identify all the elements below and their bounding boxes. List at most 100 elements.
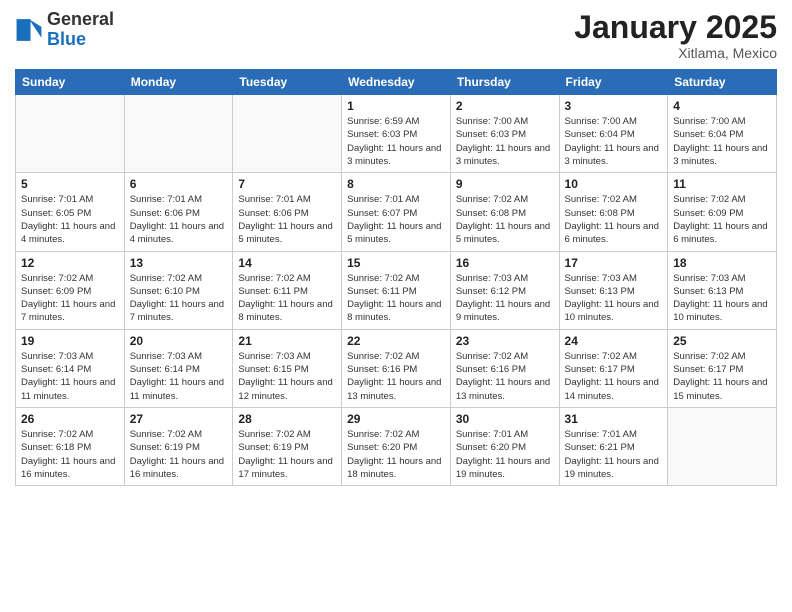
- logo-text: General Blue: [47, 10, 114, 50]
- day-info-24: Sunrise: 7:02 AMSunset: 6:17 PMDaylight:…: [565, 350, 663, 403]
- day-number-15: 15: [347, 256, 445, 270]
- day-info-13: Sunrise: 7:02 AMSunset: 6:10 PMDaylight:…: [130, 272, 228, 325]
- calendar-table: Sunday Monday Tuesday Wednesday Thursday…: [15, 69, 777, 486]
- logo-general-text: General: [47, 10, 114, 30]
- day-info-12: Sunrise: 7:02 AMSunset: 6:09 PMDaylight:…: [21, 272, 119, 325]
- day-cell-3-0: 19Sunrise: 7:03 AMSunset: 6:14 PMDayligh…: [16, 329, 125, 407]
- day-cell-2-1: 13 Sunrise: 7:02 AMSunset: 6:10 PMDayligh…: [124, 251, 233, 329]
- day-number-21: 21: [238, 334, 336, 348]
- day-cell-4-4: 30 Sunrise: 7:01 AMSunset: 6:20 PMDayligh…: [450, 407, 559, 485]
- day-number-31: 31: [565, 412, 663, 426]
- day-info-2: Sunrise: 7:00 AMSunset: 6:03 PMDaylight:…: [456, 115, 554, 168]
- day-info-15: Sunrise: 7:02 AMSunset: 6:11 PMDaylight:…: [347, 272, 445, 325]
- day-info-7: Sunrise: 7:01 AMSunset: 6:06 PMDaylight:…: [238, 193, 336, 246]
- day-number-8: 8: [347, 177, 445, 191]
- day-info-1: Sunrise: 6:59 AMSunset: 6:03 PMDaylight:…: [347, 115, 445, 168]
- day-cell-2-2: 14Sunrise: 7:02 AMSunset: 6:11 PMDayligh…: [233, 251, 342, 329]
- day-cell-1-1: 6 Sunrise: 7:01 AMSunset: 6:06 PMDaylight…: [124, 173, 233, 251]
- day-cell-4-6: [668, 407, 777, 485]
- day-number-26: 26: [21, 412, 119, 426]
- day-cell-1-2: 7 Sunrise: 7:01 AMSunset: 6:06 PMDaylight…: [233, 173, 342, 251]
- day-number-1: 1: [347, 99, 445, 113]
- col-monday: Monday: [124, 70, 233, 95]
- day-cell-0-1: [124, 95, 233, 173]
- day-info-17: Sunrise: 7:03 AMSunset: 6:13 PMDaylight:…: [565, 272, 663, 325]
- title-block: January 2025 Xitlama, Mexico: [574, 10, 777, 61]
- day-info-9: Sunrise: 7:02 AMSunset: 6:08 PMDaylight:…: [456, 193, 554, 246]
- calendar-title: January 2025: [574, 10, 777, 45]
- col-friday: Friday: [559, 70, 668, 95]
- day-info-21: Sunrise: 7:03 AMSunset: 6:15 PMDaylight:…: [238, 350, 336, 403]
- day-info-29: Sunrise: 7:02 AMSunset: 6:20 PMDaylight:…: [347, 428, 445, 481]
- day-info-6: Sunrise: 7:01 AMSunset: 6:06 PMDaylight:…: [130, 193, 228, 246]
- day-info-19: Sunrise: 7:03 AMSunset: 6:14 PMDaylight:…: [21, 350, 119, 403]
- day-cell-3-1: 20Sunrise: 7:03 AMSunset: 6:14 PMDayligh…: [124, 329, 233, 407]
- day-cell-3-3: 22Sunrise: 7:02 AMSunset: 6:16 PMDayligh…: [342, 329, 451, 407]
- col-saturday: Saturday: [668, 70, 777, 95]
- day-info-16: Sunrise: 7:03 AMSunset: 6:12 PMDaylight:…: [456, 272, 554, 325]
- day-info-27: Sunrise: 7:02 AMSunset: 6:19 PMDaylight:…: [130, 428, 228, 481]
- day-cell-4-2: 28 Sunrise: 7:02 AMSunset: 6:19 PMDayligh…: [233, 407, 342, 485]
- logo-blue-text: Blue: [47, 30, 114, 50]
- day-number-7: 7: [238, 177, 336, 191]
- day-info-8: Sunrise: 7:01 AMSunset: 6:07 PMDaylight:…: [347, 193, 445, 246]
- week-row-4: 19Sunrise: 7:03 AMSunset: 6:14 PMDayligh…: [16, 329, 777, 407]
- header: General Blue January 2025 Xitlama, Mexic…: [15, 10, 777, 61]
- day-cell-0-2: [233, 95, 342, 173]
- week-row-2: 5Sunrise: 7:01 AMSunset: 6:05 PMDaylight…: [16, 173, 777, 251]
- day-number-12: 12: [21, 256, 119, 270]
- day-info-4: Sunrise: 7:00 AMSunset: 6:04 PMDaylight:…: [673, 115, 771, 168]
- day-info-25: Sunrise: 7:02 AMSunset: 6:17 PMDaylight:…: [673, 350, 771, 403]
- day-number-11: 11: [673, 177, 771, 191]
- header-row: Sunday Monday Tuesday Wednesday Thursday…: [16, 70, 777, 95]
- day-info-26: Sunrise: 7:02 AMSunset: 6:18 PMDaylight:…: [21, 428, 119, 481]
- week-row-5: 26 Sunrise: 7:02 AMSunset: 6:18 PMDayligh…: [16, 407, 777, 485]
- day-cell-2-3: 15 Sunrise: 7:02 AMSunset: 6:11 PMDayligh…: [342, 251, 451, 329]
- logo-icon: [15, 16, 43, 44]
- col-thursday: Thursday: [450, 70, 559, 95]
- day-cell-0-5: 3 Sunrise: 7:00 AMSunset: 6:04 PMDaylight…: [559, 95, 668, 173]
- day-info-30: Sunrise: 7:01 AMSunset: 6:20 PMDaylight:…: [456, 428, 554, 481]
- day-cell-2-4: 16 Sunrise: 7:03 AMSunset: 6:12 PMDayligh…: [450, 251, 559, 329]
- col-wednesday: Wednesday: [342, 70, 451, 95]
- day-cell-1-4: 9 Sunrise: 7:02 AMSunset: 6:08 PMDaylight…: [450, 173, 559, 251]
- day-info-3: Sunrise: 7:00 AMSunset: 6:04 PMDaylight:…: [565, 115, 663, 168]
- day-cell-3-4: 23 Sunrise: 7:02 AMSunset: 6:16 PMDayligh…: [450, 329, 559, 407]
- calendar-subtitle: Xitlama, Mexico: [574, 45, 777, 61]
- col-tuesday: Tuesday: [233, 70, 342, 95]
- day-cell-0-4: 2 Sunrise: 7:00 AMSunset: 6:03 PMDaylight…: [450, 95, 559, 173]
- day-number-22: 22: [347, 334, 445, 348]
- day-cell-1-3: 8 Sunrise: 7:01 AMSunset: 6:07 PMDaylight…: [342, 173, 451, 251]
- day-cell-4-1: 27Sunrise: 7:02 AMSunset: 6:19 PMDayligh…: [124, 407, 233, 485]
- day-cell-1-0: 5Sunrise: 7:01 AMSunset: 6:05 PMDaylight…: [16, 173, 125, 251]
- day-cell-4-3: 29 Sunrise: 7:02 AMSunset: 6:20 PMDayligh…: [342, 407, 451, 485]
- day-cell-4-5: 31Sunrise: 7:01 AMSunset: 6:21 PMDayligh…: [559, 407, 668, 485]
- day-number-28: 28: [238, 412, 336, 426]
- day-number-6: 6: [130, 177, 228, 191]
- day-cell-3-5: 24 Sunrise: 7:02 AMSunset: 6:17 PMDayligh…: [559, 329, 668, 407]
- week-row-1: 1 Sunrise: 6:59 AMSunset: 6:03 PMDaylight…: [16, 95, 777, 173]
- day-info-28: Sunrise: 7:02 AMSunset: 6:19 PMDaylight:…: [238, 428, 336, 481]
- day-info-23: Sunrise: 7:02 AMSunset: 6:16 PMDaylight:…: [456, 350, 554, 403]
- day-number-10: 10: [565, 177, 663, 191]
- day-number-24: 24: [565, 334, 663, 348]
- day-number-9: 9: [456, 177, 554, 191]
- day-number-20: 20: [130, 334, 228, 348]
- day-info-10: Sunrise: 7:02 AMSunset: 6:08 PMDaylight:…: [565, 193, 663, 246]
- day-cell-1-6: 11Sunrise: 7:02 AMSunset: 6:09 PMDayligh…: [668, 173, 777, 251]
- day-number-3: 3: [565, 99, 663, 113]
- page: General Blue January 2025 Xitlama, Mexic…: [0, 0, 792, 612]
- day-cell-2-6: 18 Sunrise: 7:03 AMSunset: 6:13 PMDayligh…: [668, 251, 777, 329]
- day-number-30: 30: [456, 412, 554, 426]
- day-number-16: 16: [456, 256, 554, 270]
- day-cell-3-6: 25Sunrise: 7:02 AMSunset: 6:17 PMDayligh…: [668, 329, 777, 407]
- day-cell-0-0: [16, 95, 125, 173]
- day-info-14: Sunrise: 7:02 AMSunset: 6:11 PMDaylight:…: [238, 272, 336, 325]
- day-number-29: 29: [347, 412, 445, 426]
- day-info-18: Sunrise: 7:03 AMSunset: 6:13 PMDaylight:…: [673, 272, 771, 325]
- day-number-18: 18: [673, 256, 771, 270]
- week-row-3: 12 Sunrise: 7:02 AMSunset: 6:09 PMDayligh…: [16, 251, 777, 329]
- day-number-2: 2: [456, 99, 554, 113]
- day-number-13: 13: [130, 256, 228, 270]
- day-number-23: 23: [456, 334, 554, 348]
